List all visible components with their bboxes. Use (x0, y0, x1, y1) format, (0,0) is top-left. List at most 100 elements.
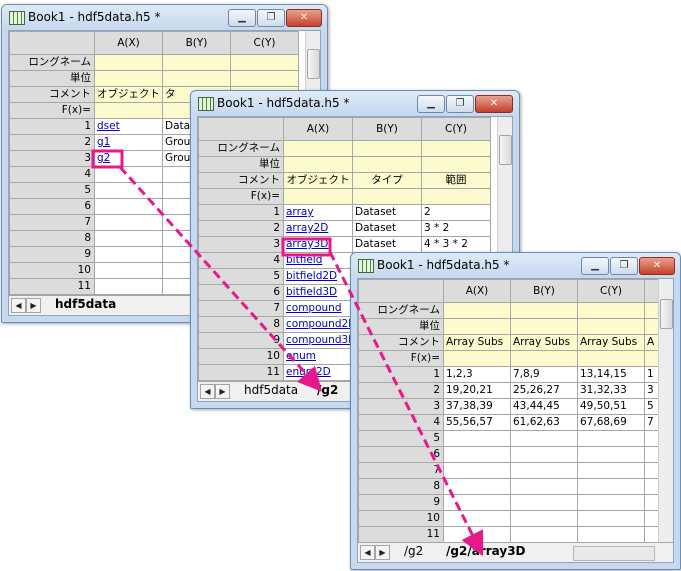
row-number[interactable]: 2 (9, 134, 95, 151)
column-header[interactable]: A(X) (443, 279, 511, 303)
row-number[interactable]: 9 (358, 494, 444, 511)
units-cell[interactable] (230, 70, 299, 87)
data-cell[interactable] (510, 446, 578, 463)
data-cell[interactable] (443, 494, 511, 511)
restore-icon[interactable]: ❐ (446, 95, 474, 113)
row-number[interactable]: 8 (358, 478, 444, 495)
row-number[interactable]: 7 (9, 214, 95, 231)
formula-cell[interactable] (352, 188, 422, 205)
sheet-tab-hdf5data[interactable]: hdf5data (238, 382, 304, 399)
data-cell[interactable] (94, 262, 163, 279)
row-number[interactable]: 8 (198, 316, 284, 333)
column-header[interactable]: B(Y) (352, 117, 422, 141)
column-header[interactable]: B(Y) (510, 279, 578, 303)
formula-cell[interactable] (94, 102, 163, 119)
previous-sheet-icon[interactable]: ◀ (360, 545, 375, 560)
data-cell[interactable] (443, 430, 511, 447)
next-sheet-icon[interactable]: ▶ (375, 545, 390, 560)
object-link[interactable]: bitfield2D (283, 268, 353, 285)
data-cell[interactable] (577, 478, 645, 495)
units-cell[interactable] (510, 318, 578, 335)
corner-cell[interactable] (358, 279, 444, 303)
workbook-window-array3d[interactable]: Book1 - hdf5data.h5 * ▁ ❐ ✕ A(X) B(Y) C(… (350, 252, 681, 570)
formula-cell[interactable] (510, 350, 578, 367)
data-cell[interactable] (443, 526, 511, 543)
long-name-cell[interactable] (443, 302, 511, 319)
data-cell[interactable] (94, 182, 163, 199)
units-cell[interactable] (94, 70, 163, 87)
object-link[interactable]: array2D (283, 220, 353, 237)
meta-row-label[interactable]: コメント (198, 172, 284, 189)
meta-row-label[interactable]: 単位 (9, 70, 95, 87)
object-link[interactable]: bitfield (283, 252, 353, 269)
object-link[interactable]: g1 (94, 134, 163, 151)
scroll-thumb[interactable] (307, 49, 320, 79)
data-cell[interactable] (577, 462, 645, 479)
minimize-icon[interactable]: ▁ (581, 257, 609, 275)
data-cell[interactable]: 2 (421, 204, 491, 221)
previous-sheet-icon[interactable]: ◀ (11, 298, 26, 313)
window-title-bar[interactable]: Book1 - hdf5data.h5 * ▁ ❐ ✕ (351, 253, 680, 278)
units-cell[interactable] (352, 156, 422, 173)
long-name-cell[interactable] (510, 302, 578, 319)
object-link[interactable]: enum2D (283, 364, 353, 381)
row-number[interactable]: 6 (9, 198, 95, 215)
data-cell[interactable]: 55,56,57 (443, 414, 511, 431)
sheet-tab-g2[interactable]: /g2 (398, 543, 429, 560)
comment-cell[interactable]: 範囲 (421, 172, 491, 189)
window-title-bar[interactable]: Book1 - hdf5data.h5 * ▁ ❐ ✕ (2, 5, 327, 30)
row-number[interactable]: 4 (9, 166, 95, 183)
data-cell[interactable] (577, 510, 645, 527)
data-cell[interactable]: 19,20,21 (443, 382, 511, 399)
comment-cell[interactable]: Array Subs (443, 334, 511, 351)
meta-row-label[interactable]: F(x)= (9, 102, 95, 119)
meta-row-label[interactable]: ロングネーム (358, 302, 444, 319)
horizontal-scrollbar[interactable] (573, 546, 655, 561)
row-number[interactable]: 3 (9, 150, 95, 167)
object-link[interactable]: compound (283, 300, 353, 317)
row-number[interactable]: 5 (358, 430, 444, 447)
meta-row-label[interactable]: ロングネーム (9, 54, 95, 71)
data-cell[interactable] (510, 430, 578, 447)
row-number[interactable]: 4 (358, 414, 444, 431)
corner-cell[interactable] (198, 117, 284, 141)
data-cell[interactable] (510, 510, 578, 527)
units-cell[interactable] (577, 318, 645, 335)
sheet-tab-g2[interactable]: /g2 (311, 382, 344, 399)
column-header[interactable]: C(Y) (421, 117, 491, 141)
data-cell[interactable] (510, 494, 578, 511)
data-cell[interactable] (510, 478, 578, 495)
comment-cell[interactable]: Array Subs (510, 334, 578, 351)
formula-cell[interactable] (283, 188, 353, 205)
sheet-tab-g2-array3d[interactable]: /g2/array3D (440, 543, 532, 560)
object-link[interactable]: compound2D (283, 316, 353, 333)
object-link[interactable]: dset (94, 118, 163, 135)
scroll-thumb[interactable] (660, 299, 673, 329)
close-icon[interactable]: ✕ (286, 9, 322, 27)
data-cell[interactable] (443, 510, 511, 527)
row-number[interactable]: 3 (198, 236, 284, 253)
scroll-thumb[interactable] (499, 135, 512, 165)
meta-row-label[interactable]: 単位 (358, 318, 444, 335)
vertical-scrollbar[interactable] (658, 279, 673, 543)
long-name-cell[interactable] (230, 54, 299, 71)
next-sheet-icon[interactable]: ▶ (26, 298, 41, 313)
data-cell[interactable]: 7,8,9 (510, 366, 578, 383)
data-cell[interactable] (94, 198, 163, 215)
data-cell[interactable] (510, 462, 578, 479)
column-header[interactable]: A(X) (283, 117, 353, 141)
data-cell[interactable] (94, 214, 163, 231)
row-number[interactable]: 1 (358, 366, 444, 383)
row-number[interactable]: 2 (358, 382, 444, 399)
column-header[interactable]: B(Y) (162, 31, 231, 55)
object-link[interactable]: enum (283, 348, 353, 365)
comment-cell[interactable]: タイプ (352, 172, 422, 189)
restore-icon[interactable]: ❐ (610, 257, 638, 275)
comment-cell[interactable]: オブジェクト (94, 86, 163, 103)
row-number[interactable]: 3 (358, 398, 444, 415)
meta-row-label[interactable]: コメント (9, 86, 95, 103)
data-cell[interactable]: 3 * 2 (421, 220, 491, 237)
meta-row-label[interactable]: ロングネーム (198, 140, 284, 157)
data-cell[interactable] (94, 246, 163, 263)
data-cell[interactable] (94, 278, 163, 295)
